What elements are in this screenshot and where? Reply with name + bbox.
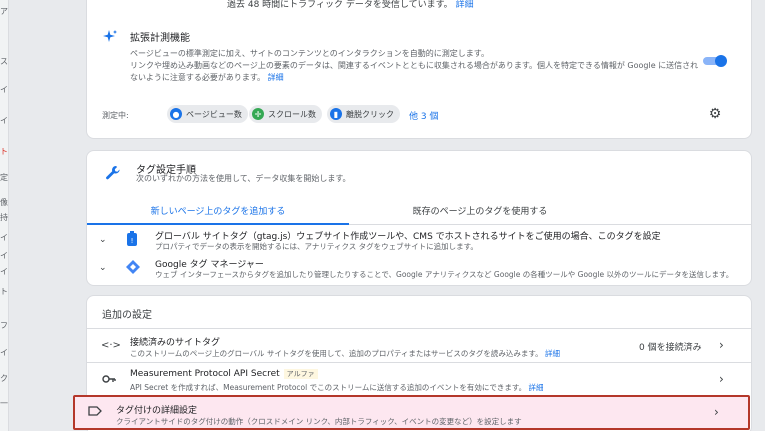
row-description-text: API Secret を作成すれば、Measurement Protocol で… (130, 383, 527, 392)
tag-setup-card: タグ設定手順 次のいずれかの方法を使用して、データ収集を開始します。 新しいペー… (86, 150, 752, 286)
row-title: Measurement Protocol API Secret アルファ (130, 369, 318, 379)
enhanced-measurement-card: 過去 48 時間にトラフィック データを受信しています。 詳細 拡張計測機能 ペ… (86, 0, 752, 139)
chip-outbound-clicks[interactable]: ▮ 離脱クリック (327, 105, 400, 123)
sidebar-fragment: イ (0, 267, 8, 276)
sidebar-fragment: イ (0, 116, 8, 125)
row-title-text: Measurement Protocol API Secret (130, 369, 280, 379)
enhanced-measurement-description-line2: リンクや埋め込み動画などのページ上の要素のデータは、関連するイベントとともに収集… (130, 61, 699, 82)
gtag-icon: ! (125, 231, 139, 247)
alpha-badge: アルファ (283, 369, 318, 379)
chevron-right-icon[interactable]: › (714, 405, 719, 419)
measuring-label: 測定中: (102, 111, 129, 120)
chip-scrolls[interactable]: ✛ スクロール数 (249, 105, 322, 123)
scroll-crosshair-icon: ✛ (252, 108, 264, 120)
gear-icon[interactable]: ⚙ (707, 106, 723, 122)
wrench-icon (105, 165, 121, 185)
traffic-detail-link[interactable]: 詳細 (456, 0, 474, 10)
row-description: このストリームのページ上のグローバル サイトタグを使用して、追加のプロパティまた… (130, 348, 560, 359)
tag-manager-icon (125, 259, 140, 275)
sidebar-fragment: 一 (0, 399, 8, 408)
sparkle-icon (102, 29, 118, 45)
tab-add-new-tag[interactable]: 新しいページ上のタグを追加する (87, 199, 349, 225)
chevron-down-icon[interactable]: ⌄ (99, 235, 107, 245)
traffic-status-text: 過去 48 時間にトラフィック データを受信しています。 (227, 0, 453, 10)
enhanced-measurement-detail-link[interactable]: 詳細 (268, 73, 284, 82)
main-content: 過去 48 時間にトラフィック データを受信しています。 詳細 拡張計測機能 ペ… (9, 0, 765, 431)
option-gtag[interactable]: ⌄ ! グローバル サイトタグ（gtag.js）ウェブサイト作成ツールや、CMS… (87, 227, 751, 253)
sidebar-fragment: ク (0, 374, 8, 383)
chevron-right-icon[interactable]: › (719, 372, 724, 386)
row-detail-link[interactable]: 詳細 (545, 349, 560, 358)
chevron-right-icon[interactable]: › (719, 338, 724, 352)
left-nav-sidebar: ア ス イ イ ト 定 像 持 イ イ イ ト フ イ ク 一 (0, 0, 9, 431)
row-detail-link[interactable]: 詳細 (529, 383, 544, 392)
sidebar-fragment: イ (0, 233, 8, 242)
option-gtm[interactable]: ⌄ Google タグ マネージャー ウェブ インターフェースからタグを追加した… (87, 255, 751, 281)
key-icon (101, 374, 117, 387)
row-description: クライアントサイドのタグ付けの動作（クロスドメイン リンク、内部トラフィック、イ… (116, 417, 522, 426)
chip-page-views[interactable]: ● ページビュー数 (167, 105, 248, 123)
connected-site-tags-row[interactable]: <·> 接続済みのサイトタグ このストリームのページ上のグローバル サイトタグを… (87, 328, 751, 362)
sidebar-fragment: ア (0, 7, 8, 16)
sidebar-fragment: 像 (0, 198, 8, 207)
chip-label: スクロール数 (268, 109, 316, 119)
eye-icon: ● (170, 108, 182, 120)
option-description: プロパティでデータの表示を開始するには、アナリティクス タグをウェブサイトに追加… (155, 242, 478, 251)
chevron-down-icon[interactable]: ⌄ (99, 263, 107, 273)
row-description-text: このストリームのページ上のグローバル サイトタグを使用して、追加のプロパティまた… (130, 349, 543, 358)
row-description: API Secret を作成すれば、Measurement Protocol で… (130, 382, 544, 393)
sidebar-fragment: イ (0, 251, 8, 260)
option-description: ウェブ インターフェースからタグを追加したり管理したりすることで、Google … (155, 270, 734, 279)
code-brackets-icon: <·> (101, 340, 121, 351)
enhanced-measurement-title: 拡張計測機能 (130, 33, 190, 44)
connected-count: 0 個を接続済み (639, 343, 702, 353)
tag-setup-tabs: 新しいページ上のタグを追加する 既存のページ上のタグを使用する (87, 199, 751, 225)
tag-icon (87, 406, 103, 419)
enhanced-measurement-description-line1: ページビューの標準測定に加え、サイトのコンテンツとのインタラクションを自動的に測… (130, 49, 489, 58)
traffic-status: 過去 48 時間にトラフィック データを受信しています。 詳細 (227, 0, 474, 10)
measurement-protocol-row[interactable]: Measurement Protocol API Secret アルファ API … (87, 362, 751, 396)
sidebar-fragment: イ (0, 85, 8, 94)
sidebar-fragment: ス (0, 57, 8, 66)
mouse-click-icon: ▮ (330, 108, 342, 120)
sidebar-fragment: フ (0, 321, 8, 330)
sidebar-fragment: 持 (0, 213, 8, 222)
chip-label: 離脱クリック (346, 109, 394, 119)
tag-setup-subtitle: 次のいずれかの方法を使用して、データ収集を開始します。 (136, 174, 351, 183)
additional-settings-header: 追加の設定 (102, 310, 152, 321)
tagging-settings-highlight[interactable]: タグ付けの詳細設定 クライアントサイドのタグ付けの動作（クロスドメイン リンク、… (73, 395, 750, 430)
toggle-knob (715, 55, 727, 67)
row-title: 接続済みのサイトタグ (130, 338, 221, 348)
sidebar-fragment: イ (0, 348, 8, 357)
sidebar-fragment: ト (0, 287, 8, 296)
enhanced-measurement-description: ページビューの標準測定に加え、サイトのコンテンツとのインタラクションを自動的に測… (130, 48, 700, 84)
more-events-link[interactable]: 他 3 個 (409, 109, 438, 122)
sidebar-fragment: ト (0, 147, 8, 156)
sidebar-fragment: 定 (0, 173, 8, 182)
tab-use-existing-tag[interactable]: 既存のページ上のタグを使用する (349, 199, 611, 225)
enhanced-measurement-toggle[interactable] (703, 55, 727, 67)
row-title: タグ付けの詳細設定 (116, 406, 198, 416)
svg-text:!: ! (131, 237, 134, 245)
chip-label: ページビュー数 (186, 109, 242, 119)
